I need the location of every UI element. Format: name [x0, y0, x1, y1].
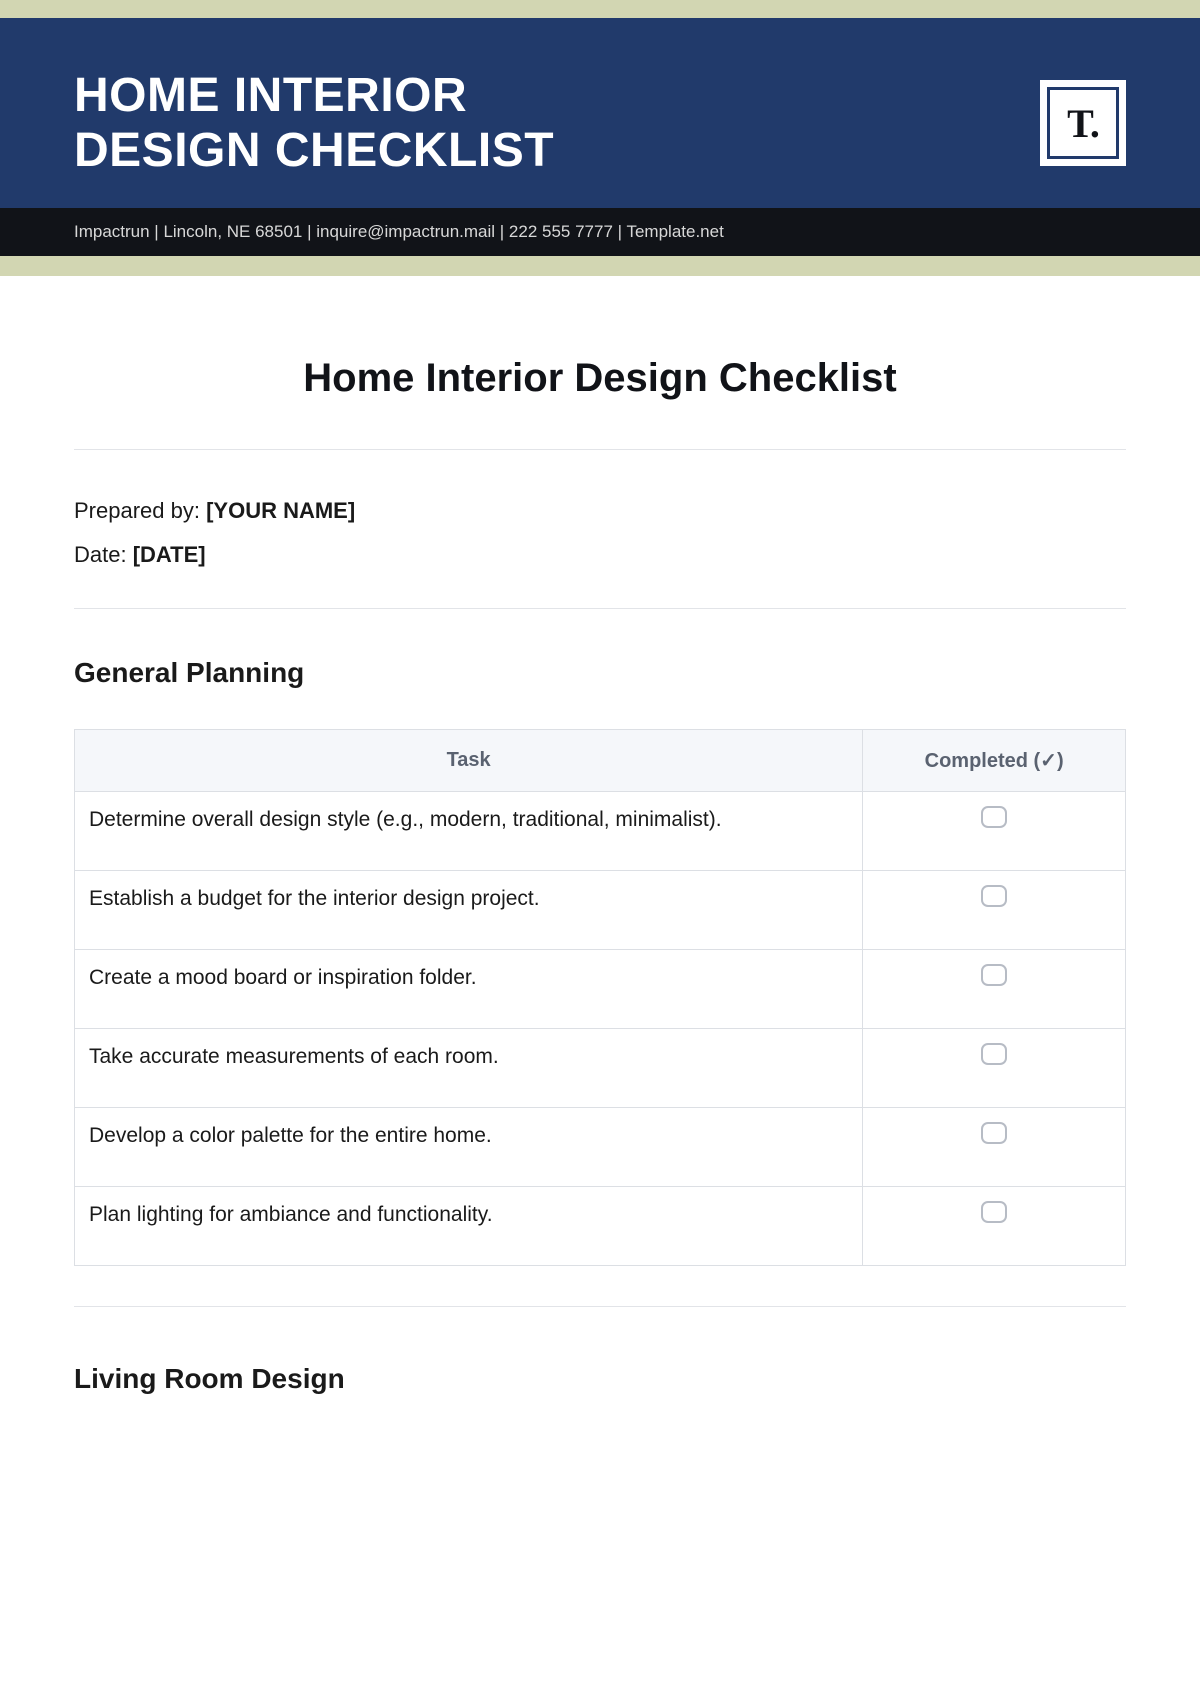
date-line: Date: [DATE]	[74, 542, 1126, 568]
table-row: Take accurate measurements of each room.	[75, 1029, 1126, 1108]
checkbox[interactable]	[981, 885, 1007, 907]
checkbox[interactable]	[981, 964, 1007, 986]
table-header-task: Task	[75, 730, 863, 792]
prepared-by-label: Prepared by:	[74, 498, 206, 523]
task-cell: Take accurate measurements of each room.	[75, 1029, 863, 1108]
table-row: Establish a budget for the interior desi…	[75, 871, 1126, 950]
checkbox[interactable]	[981, 1043, 1007, 1065]
checkbox-cell	[863, 1108, 1126, 1187]
task-cell: Develop a color palette for the entire h…	[75, 1108, 863, 1187]
task-cell: Create a mood board or inspiration folde…	[75, 950, 863, 1029]
header-title-line1: HOME INTERIOR	[74, 68, 554, 123]
checkbox-cell	[863, 1029, 1126, 1108]
accent-bar	[0, 256, 1200, 276]
content: Home Interior Design Checklist Prepared …	[0, 276, 1200, 1475]
task-cell: Establish a budget for the interior desi…	[75, 871, 863, 950]
prepared-by-value: [YOUR NAME]	[206, 498, 355, 523]
checkbox-cell	[863, 792, 1126, 871]
page-title: Home Interior Design Checklist	[74, 356, 1126, 401]
header: HOME INTERIOR DESIGN CHECKLIST T.	[0, 18, 1200, 208]
prepared-by-line: Prepared by: [YOUR NAME]	[74, 498, 1126, 524]
task-cell: Plan lighting for ambiance and functiona…	[75, 1187, 863, 1266]
header-title-line2: DESIGN CHECKLIST	[74, 123, 554, 178]
checkbox[interactable]	[981, 806, 1007, 828]
divider	[74, 449, 1126, 450]
meta-block: Prepared by: [YOUR NAME] Date: [DATE]	[74, 498, 1126, 568]
general-planning-table: Task Completed (✓) Determine overall des…	[74, 729, 1126, 1266]
top-accent-bar	[0, 0, 1200, 18]
section-title-general-planning: General Planning	[74, 657, 1126, 689]
logo: T.	[1040, 80, 1126, 166]
checkbox-cell	[863, 871, 1126, 950]
table-row: Develop a color palette for the entire h…	[75, 1108, 1126, 1187]
checkbox-cell	[863, 950, 1126, 1029]
header-title: HOME INTERIOR DESIGN CHECKLIST	[74, 68, 554, 178]
checkbox-cell	[863, 1187, 1126, 1266]
task-cell: Determine overall design style (e.g., mo…	[75, 792, 863, 871]
date-label: Date:	[74, 542, 133, 567]
table-header-completed: Completed (✓)	[863, 730, 1126, 792]
divider	[74, 1306, 1126, 1307]
table-row: Determine overall design style (e.g., mo…	[75, 792, 1126, 871]
checkbox[interactable]	[981, 1201, 1007, 1223]
section-title-living-room: Living Room Design	[74, 1363, 1126, 1395]
checkbox[interactable]	[981, 1122, 1007, 1144]
date-value: [DATE]	[133, 542, 206, 567]
info-bar: Impactrun | Lincoln, NE 68501 | inquire@…	[0, 208, 1200, 256]
logo-text: T.	[1067, 100, 1099, 147]
table-row: Plan lighting for ambiance and functiona…	[75, 1187, 1126, 1266]
divider	[74, 608, 1126, 609]
table-row: Create a mood board or inspiration folde…	[75, 950, 1126, 1029]
